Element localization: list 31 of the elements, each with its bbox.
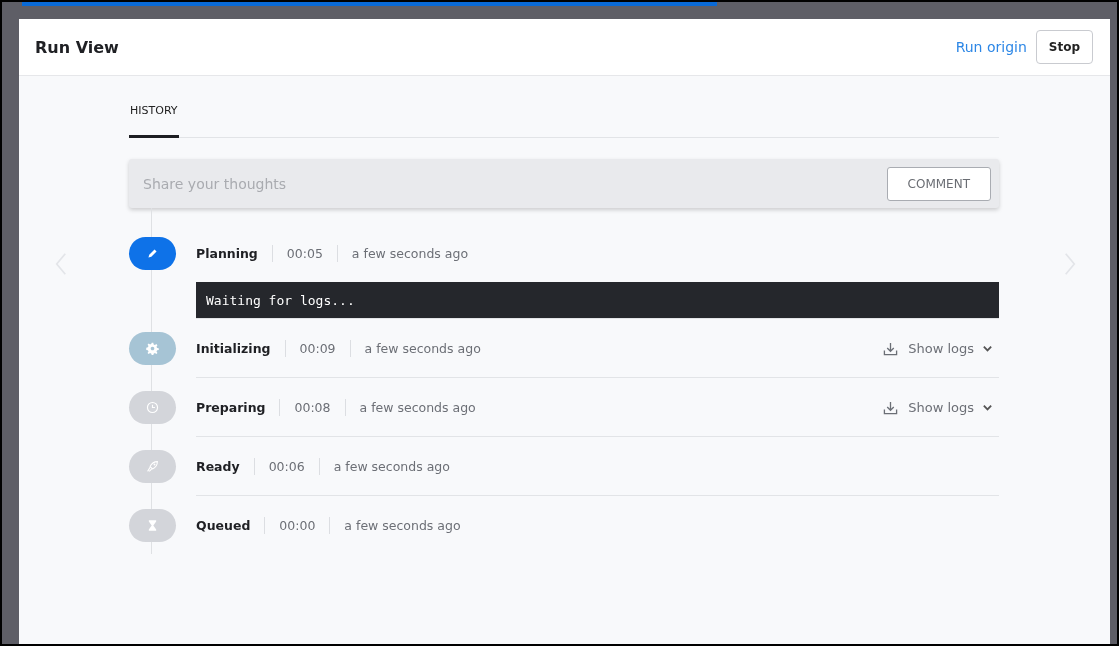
step-duration: 00:00: [279, 517, 316, 533]
show-logs-button[interactable]: Show logs: [883, 399, 993, 415]
step-time: a few seconds ago: [364, 340, 481, 356]
comment-button[interactable]: COMMENT: [886, 166, 991, 201]
step-name: Preparing: [196, 399, 266, 415]
step-name: Initializing: [196, 340, 271, 356]
download-icon: [883, 340, 899, 356]
comment-input[interactable]: Share your thoughts: [141, 174, 545, 193]
step-time: a few seconds ago: [351, 245, 469, 261]
pencil-icon: [146, 246, 159, 260]
stop-button[interactable]: Stop: [1035, 30, 1093, 64]
step-time: a few seconds ago: [359, 399, 476, 415]
download-icon: [883, 399, 899, 415]
history-tab[interactable]: HISTORY: [129, 104, 179, 138]
step-duration: 00:05: [286, 245, 323, 261]
step-name: Queued: [196, 517, 251, 533]
step-duration: 00:08: [294, 399, 331, 415]
step-duration: 00:06: [268, 458, 305, 474]
show-logs-button[interactable]: Show logs: [883, 340, 993, 356]
step-name: Planning: [196, 245, 258, 261]
log-output: Waiting for logs...: [196, 282, 999, 318]
gear-icon: [146, 341, 159, 355]
step-time: a few seconds ago: [344, 517, 461, 533]
hourglass-icon: [146, 518, 159, 532]
window-title: Run View: [35, 37, 119, 57]
step-time: a few seconds ago: [333, 458, 450, 474]
run-origin-link[interactable]: Run origin: [955, 39, 1027, 55]
step-duration: 00:09: [299, 340, 336, 356]
step-name: Ready: [196, 458, 240, 474]
clock-icon: [146, 400, 159, 414]
rocket-icon: [146, 459, 159, 473]
